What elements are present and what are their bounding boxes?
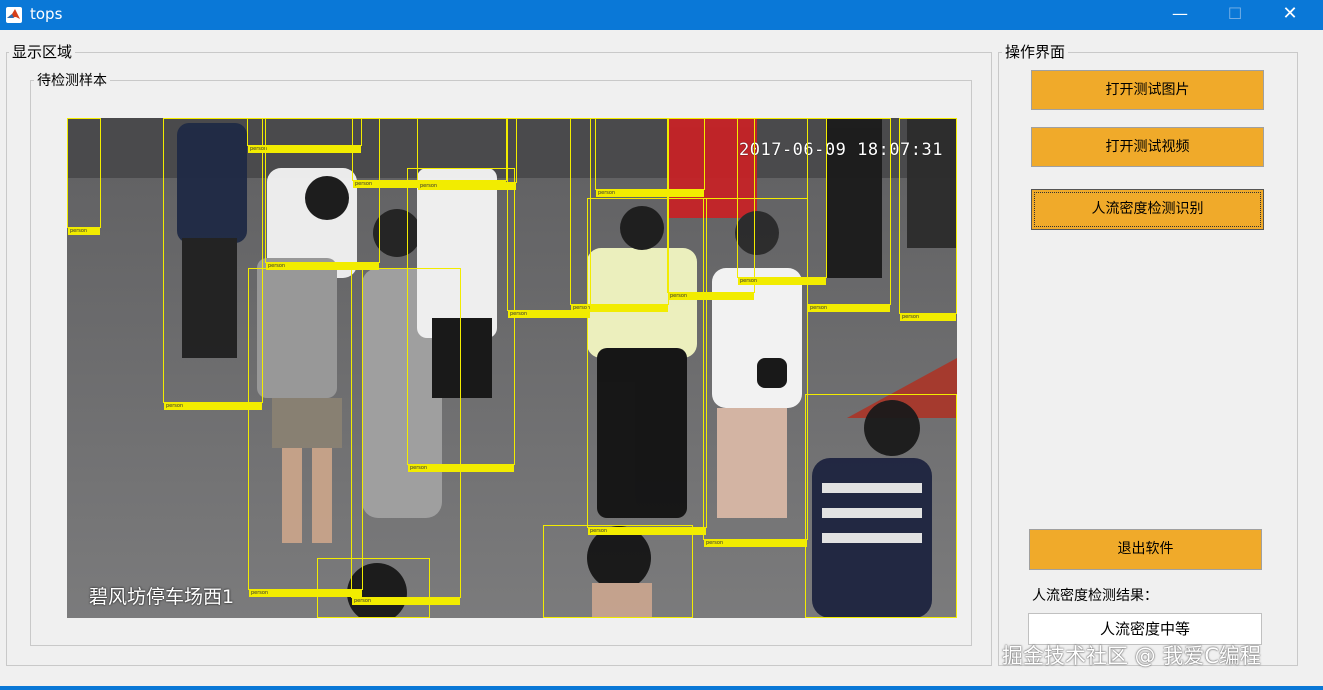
detection-box: person — [317, 558, 430, 618]
minimize-button[interactable]: — — [1157, 0, 1203, 30]
watermark-text: 掘金技术社区 @ 我爱C编程 — [1002, 644, 1262, 668]
open-test-image-button[interactable]: 打开测试图片 — [1031, 70, 1264, 110]
matlab-icon — [6, 7, 22, 23]
video-location-caption: 碧风坊停车场西1 — [89, 586, 235, 608]
window-title: tops — [30, 5, 63, 23]
display-panel-title: 显示区域 — [9, 43, 76, 61]
detection-label: person — [544, 617, 692, 618]
detection-box: person — [543, 525, 693, 618]
detection-box: person — [899, 118, 957, 321]
detection-label: person — [68, 227, 100, 235]
detection-label: person — [704, 539, 807, 547]
detection-box: person — [351, 268, 461, 605]
detection-label: person — [806, 617, 956, 618]
result-label: 人流密度检测结果： — [1032, 588, 1158, 604]
detection-label: person — [318, 617, 429, 618]
title-bar: tops — ☐ ✕ — [0, 0, 1323, 30]
controls-panel-title: 操作界面 — [1002, 43, 1069, 61]
crowd-density-detect-button[interactable]: 人流密度检测识别 — [1031, 189, 1264, 230]
detection-label: person — [808, 304, 890, 312]
open-test-video-button[interactable]: 打开测试视频 — [1031, 127, 1264, 167]
detection-box: person — [248, 268, 363, 597]
detection-label: person — [900, 313, 956, 321]
exit-software-button[interactable]: 退出软件 — [1029, 529, 1262, 570]
detection-box: person — [807, 118, 891, 312]
close-button[interactable]: ✕ — [1267, 0, 1313, 30]
taskbar-edge — [0, 686, 1323, 690]
detection-box: person — [805, 394, 957, 618]
detection-image: 2017-06-09 18:07:31 碧风坊停车场西1 person pers… — [67, 118, 957, 618]
maximize-button[interactable]: ☐ — [1212, 0, 1258, 30]
sample-panel-title: 待检测样本 — [34, 72, 110, 90]
detection-box: person — [67, 118, 101, 235]
